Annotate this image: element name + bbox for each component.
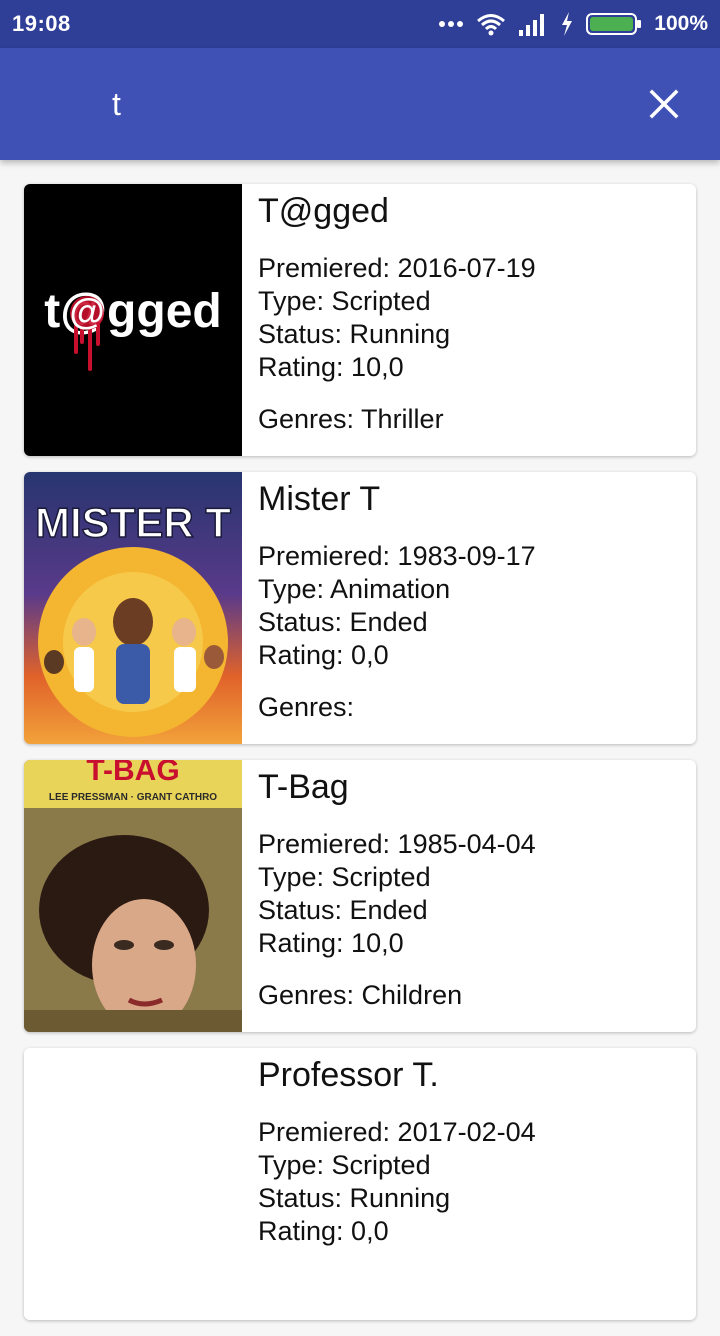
show-poster: t@gged @ — [24, 184, 242, 456]
svg-text:@: @ — [69, 291, 104, 332]
show-poster — [24, 1048, 242, 1320]
wifi-icon — [477, 14, 506, 36]
poster-title-text: MISTER T — [35, 499, 231, 546]
show-type: Type: Scripted — [258, 862, 431, 892]
tagged-poster-art: t@gged @ — [44, 285, 222, 371]
show-premiered: Premiered: 2016-07-19 — [258, 253, 536, 283]
show-rating: Rating: 10,0 — [258, 352, 404, 382]
show-status: Status: Running — [258, 1183, 451, 1213]
show-title: Professor T. — [258, 1056, 439, 1094]
show-title: T-Bag — [258, 768, 349, 806]
charging-bolt-icon — [562, 12, 573, 36]
show-details: Premiered: 1983-09-17 Type: Animation St… — [258, 540, 536, 672]
battery-icon — [586, 13, 642, 35]
mister-t-poster-art: MISTER T — [24, 472, 242, 744]
show-rating: Rating: 0,0 — [258, 1216, 389, 1246]
battery-percent: 100% — [654, 12, 708, 35]
show-details: Premiered: 2016-07-19 Type: Scripted Sta… — [258, 252, 536, 384]
show-type: Type: Scripted — [258, 286, 431, 316]
show-card[interactable]: MISTER T Mister T Premiered: 1983-09-17 … — [24, 472, 696, 744]
results-list: t@gged @ T@gged Premiered: 2016-07-19 Ty… — [24, 184, 696, 1336]
show-rating: Rating: 0,0 — [258, 640, 389, 670]
show-genres: Genres: Children — [258, 980, 463, 1010]
show-title: T@gged — [258, 192, 389, 230]
show-status: Status: Running — [258, 319, 451, 349]
show-rating: Rating: 10,0 — [258, 928, 404, 958]
more-dots-icon — [439, 21, 464, 27]
t-bag-poster-art: T-BAG LEE PRESSMAN · GRANT CATHRO — [24, 760, 242, 1032]
show-poster: MISTER T — [24, 472, 242, 744]
status-bar: 19:08 100% — [0, 0, 720, 48]
show-title: Mister T — [258, 480, 381, 518]
close-icon — [649, 89, 679, 119]
show-type: Type: Scripted — [258, 1150, 431, 1180]
poster-subtitle-text: LEE PRESSMAN · GRANT CATHRO — [49, 792, 217, 803]
status-time: 19:08 — [12, 11, 71, 36]
show-premiered: Premiered: 1985-04-04 — [258, 829, 536, 859]
poster-title-text: T-BAG — [86, 760, 179, 787]
show-genres: Genres: — [258, 692, 355, 722]
search-toolbar — [0, 48, 720, 160]
signal-icon — [519, 14, 545, 36]
show-poster: T-BAG LEE PRESSMAN · GRANT CATHRO — [24, 760, 242, 1032]
show-premiered: Premiered: 1983-09-17 — [258, 541, 536, 571]
show-genres: Genres: Thriller — [258, 404, 444, 434]
show-status: Status: Ended — [258, 607, 428, 637]
show-details: Premiered: 1985-04-04 Type: Scripted Sta… — [258, 828, 536, 960]
clear-search-button[interactable] — [632, 72, 696, 136]
show-type: Type: Animation — [258, 574, 451, 604]
show-card[interactable]: Professor T. Premiered: 2017-02-04 Type:… — [24, 1048, 696, 1320]
show-card[interactable]: T-BAG LEE PRESSMAN · GRANT CATHRO T-Bag … — [24, 760, 696, 1032]
show-premiered: Premiered: 2017-02-04 — [258, 1117, 536, 1147]
search-input[interactable] — [96, 74, 616, 134]
show-details: Premiered: 2017-02-04 Type: Scripted Sta… — [258, 1116, 536, 1248]
show-status: Status: Ended — [258, 895, 428, 925]
status-icons: 100% — [438, 12, 708, 36]
show-card[interactable]: t@gged @ T@gged Premiered: 2016-07-19 Ty… — [24, 184, 696, 456]
